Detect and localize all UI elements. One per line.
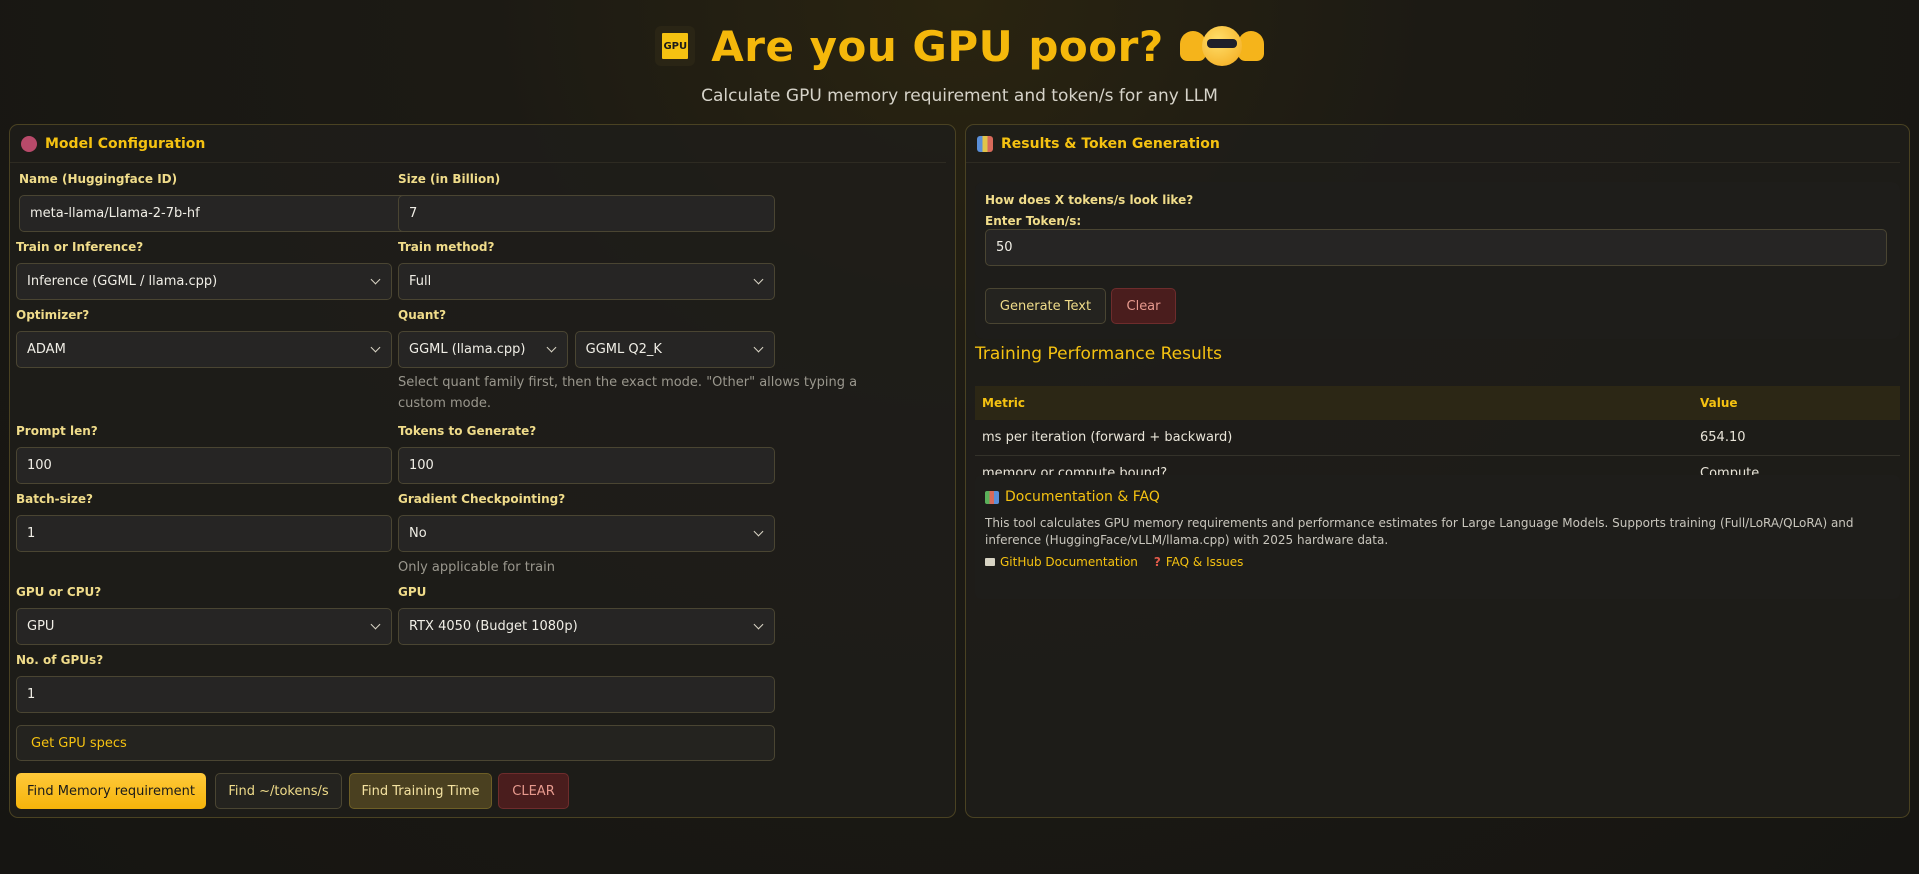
- train-method-select[interactable]: Full: [398, 263, 775, 300]
- gradient-checkpointing-select[interactable]: No: [398, 515, 775, 552]
- robot-icon: [21, 135, 37, 152]
- get-gpu-specs-button[interactable]: Get GPU specs: [16, 725, 775, 761]
- gpu-select[interactable]: RTX 4050 (Budget 1080p): [398, 608, 775, 645]
- quant-family-select[interactable]: GGML (llama.cpp): [398, 331, 568, 368]
- training-results-title: Training Performance Results: [975, 344, 1222, 364]
- tokens-to-generate-label: Tokens to Generate?: [398, 424, 537, 438]
- gradient-checkpointing-hint: Only applicable for train: [398, 560, 555, 575]
- train-or-inference-field: Train or Inference? Inference (GGML / ll…: [16, 240, 392, 300]
- table-row: ms per iteration (forward + backward) 65…: [975, 420, 1900, 456]
- chevron-down-icon: [753, 526, 764, 537]
- question-icon: ?: [1153, 555, 1161, 569]
- prompt-len-field: Prompt len? 100: [16, 424, 392, 484]
- documentation-text: This tool calculates GPU memory requirem…: [985, 516, 1854, 547]
- results-panel: Results & Token Generation How does X to…: [965, 124, 1910, 818]
- results-header: Results & Token Generation: [966, 125, 1900, 163]
- bar-chart-icon: [977, 135, 993, 152]
- token-generation-box: How does X tokens/s look like? Enter Tok…: [975, 182, 1900, 339]
- chevron-down-icon: [370, 619, 381, 630]
- gradient-checkpointing-label: Gradient Checkpointing?: [398, 492, 566, 506]
- page-header: GPU Are you GPU poor? Calculate GPU memo…: [0, 0, 1919, 118]
- train-or-inference-label: Train or Inference?: [16, 240, 144, 254]
- find-memory-requirement-button[interactable]: Find Memory requirement: [16, 773, 206, 809]
- train-method-label: Train method?: [398, 240, 495, 254]
- chevron-down-icon: [546, 342, 557, 353]
- gpu-field: GPU RTX 4050 (Budget 1080p): [398, 585, 775, 645]
- model-configuration-header: Model Configuration: [10, 125, 946, 163]
- gpu-label: GPU: [398, 585, 427, 599]
- quant-label: Quant?: [398, 308, 447, 322]
- documentation-box: Documentation & FAQ This tool calculates…: [975, 475, 1900, 599]
- github-documentation-link[interactable]: GitHub Documentation: [985, 555, 1138, 569]
- optimizer-label: Optimizer?: [16, 308, 90, 322]
- results-title: Results & Token Generation: [1001, 135, 1220, 152]
- gpu-chip-icon: GPU: [655, 26, 696, 66]
- table-header: Metric Value: [975, 386, 1900, 420]
- model-configuration-title: Model Configuration: [45, 135, 206, 152]
- page-title: Are you GPU poor?: [711, 21, 1164, 71]
- page-subtitle: Calculate GPU memory requirement and tok…: [701, 86, 1218, 106]
- value-header: Value: [1700, 396, 1738, 410]
- token-rate-input[interactable]: 50: [985, 229, 1887, 266]
- token-question: How does X tokens/s look like?: [985, 193, 1194, 207]
- prompt-len-label: Prompt len?: [16, 424, 98, 438]
- chevron-down-icon: [370, 274, 381, 285]
- find-training-time-button[interactable]: Find Training Time: [349, 773, 492, 809]
- gpu-chip-text: GPU: [660, 31, 691, 61]
- gpu-or-cpu-select[interactable]: GPU: [16, 608, 392, 645]
- documentation-links: GitHub Documentation ? FAQ & Issues: [985, 555, 1890, 569]
- prompt-len-input[interactable]: 100: [16, 447, 392, 484]
- train-method-field: Train method? Full: [398, 240, 775, 300]
- flexing-sunglasses-icon: [1179, 26, 1264, 66]
- model-configuration-panel: Model Configuration Name (Huggingface ID…: [9, 124, 956, 818]
- chevron-down-icon: [753, 342, 764, 353]
- gpu-or-cpu-field: GPU or CPU? GPU: [16, 585, 392, 645]
- quant-hint: Select quant family first, then the exac…: [398, 375, 858, 411]
- faq-issues-link[interactable]: ? FAQ & Issues: [1154, 555, 1243, 569]
- book-icon: [985, 558, 995, 566]
- chevron-down-icon: [753, 274, 764, 285]
- tokens-to-generate-field: Tokens to Generate? 100: [398, 424, 775, 484]
- size-field: Size (in Billion) 7: [398, 172, 775, 232]
- train-or-inference-select[interactable]: Inference (GGML / llama.cpp): [16, 263, 392, 300]
- batch-size-input[interactable]: 1: [16, 515, 392, 552]
- quant-field: Quant? GGML (llama.cpp) GGML Q2_K Select…: [398, 308, 857, 414]
- generate-text-button[interactable]: Generate Text: [985, 288, 1106, 324]
- chevron-down-icon: [370, 342, 381, 353]
- gradient-checkpointing-field: Gradient Checkpointing? No Only applicab…: [398, 492, 775, 578]
- size-input[interactable]: 7: [398, 195, 775, 232]
- tokens-to-generate-input[interactable]: 100: [398, 447, 775, 484]
- batch-size-field: Batch-size? 1: [16, 492, 392, 552]
- value-cell: 654.10: [1700, 430, 1746, 445]
- num-gpus-input[interactable]: 1: [16, 676, 775, 713]
- gpu-or-cpu-label: GPU or CPU?: [16, 585, 102, 599]
- token-label: Enter Token/s:: [985, 214, 1082, 228]
- size-label: Size (in Billion): [398, 172, 501, 186]
- metric-cell: ms per iteration (forward + backward): [982, 430, 1233, 445]
- num-gpus-field: No. of GPUs? 1: [16, 653, 775, 713]
- optimizer-field: Optimizer? ADAM: [16, 308, 392, 368]
- metric-header: Metric: [982, 396, 1025, 410]
- batch-size-label: Batch-size?: [16, 492, 93, 506]
- optimizer-select[interactable]: ADAM: [16, 331, 392, 368]
- token-clear-button[interactable]: Clear: [1111, 288, 1176, 324]
- books-icon: [985, 490, 999, 504]
- quant-mode-select[interactable]: GGML Q2_K: [574, 331, 775, 368]
- num-gpus-label: No. of GPUs?: [16, 653, 104, 667]
- find-tokens-per-second-button[interactable]: Find ~/tokens/s: [215, 773, 342, 809]
- documentation-title: Documentation & FAQ: [985, 489, 1890, 505]
- clear-button[interactable]: CLEAR: [498, 773, 569, 809]
- chevron-down-icon: [753, 619, 764, 630]
